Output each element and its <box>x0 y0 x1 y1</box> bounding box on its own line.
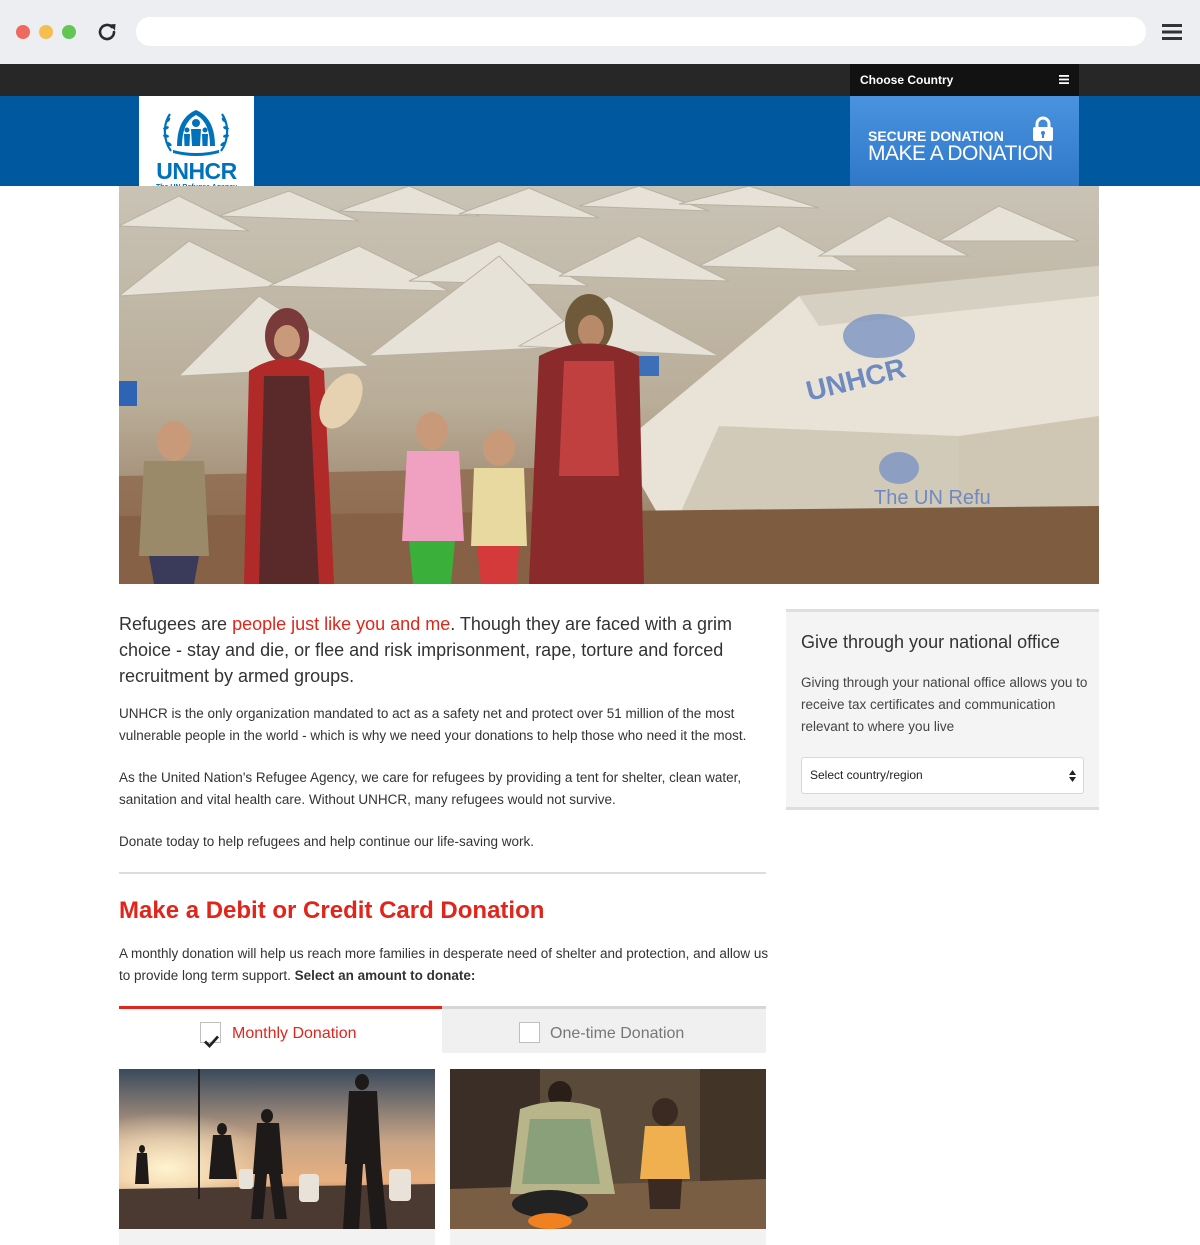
checkmark-icon <box>204 1035 220 1049</box>
intro-paragraph-3: Donate today to help refugees and help c… <box>119 834 535 849</box>
svg-text:The UN Refu: The UN Refu <box>874 487 991 509</box>
close-window-button[interactable] <box>16 25 30 39</box>
logo-name: UNHCR <box>156 158 237 184</box>
intro-paragraph-2: As the United Nation's Refugee Agency, w… <box>119 770 742 807</box>
country-region-select[interactable]: Select country/region <box>801 757 1084 794</box>
make-donation-label: MAKE A DONATION <box>868 142 1053 165</box>
unhcr-emblem-icon <box>163 110 229 156</box>
donation-text-bold: Select an amount to donate: <box>294 968 476 983</box>
minimize-window-button[interactable] <box>39 25 53 39</box>
choose-country-label: Choose Country <box>860 73 954 87</box>
national-office-text: Giving through your national office allo… <box>801 675 1088 734</box>
lead-start: Refugees are <box>119 614 233 634</box>
national-office-title: Give through your national office <box>801 632 1060 652</box>
maximize-window-button[interactable] <box>62 25 76 39</box>
section-divider <box>119 872 766 874</box>
browser-menu-icon[interactable] <box>1161 22 1183 42</box>
tab-onetime-donation[interactable]: One-time Donation <box>442 1006 766 1053</box>
lock-icon <box>1033 116 1053 141</box>
intro-lead: Refugees are people just like you and me… <box>119 611 769 689</box>
address-bar[interactable] <box>136 17 1146 46</box>
monthly-checkbox[interactable] <box>200 1022 221 1049</box>
donation-image-cooking[interactable] <box>450 1069 766 1245</box>
tab-monthly-label: Monthly Donation <box>232 1025 357 1042</box>
tab-monthly-donation[interactable]: Monthly Donation <box>119 1006 442 1053</box>
make-donation-button[interactable]: SECURE DONATION MAKE A DONATION <box>850 96 1079 186</box>
donation-image-sunset[interactable] <box>119 1069 435 1245</box>
tab-onetime-label: One-time Donation <box>550 1025 685 1042</box>
select-arrows-icon <box>1069 770 1076 782</box>
hero-image: UNHCR The UN Refu <box>119 186 1099 584</box>
national-office-panel: Give through your national office Giving… <box>786 609 1099 810</box>
choose-country-button[interactable]: Choose Country <box>850 64 1079 96</box>
donation-description: A monthly donation will help us reach mo… <box>119 943 769 987</box>
donation-section-title: Make a Debit or Credit Card Donation <box>119 897 545 924</box>
hamburger-icon <box>1059 75 1069 84</box>
browser-chrome <box>0 0 1200 64</box>
country-select-value: Select country/region <box>810 768 923 782</box>
lead-highlight: people just like you and me <box>232 614 451 634</box>
onetime-checkbox[interactable] <box>519 1022 540 1043</box>
reload-icon[interactable] <box>95 20 119 44</box>
intro-paragraph-1: UNHCR is the only organization mandated … <box>119 706 747 743</box>
